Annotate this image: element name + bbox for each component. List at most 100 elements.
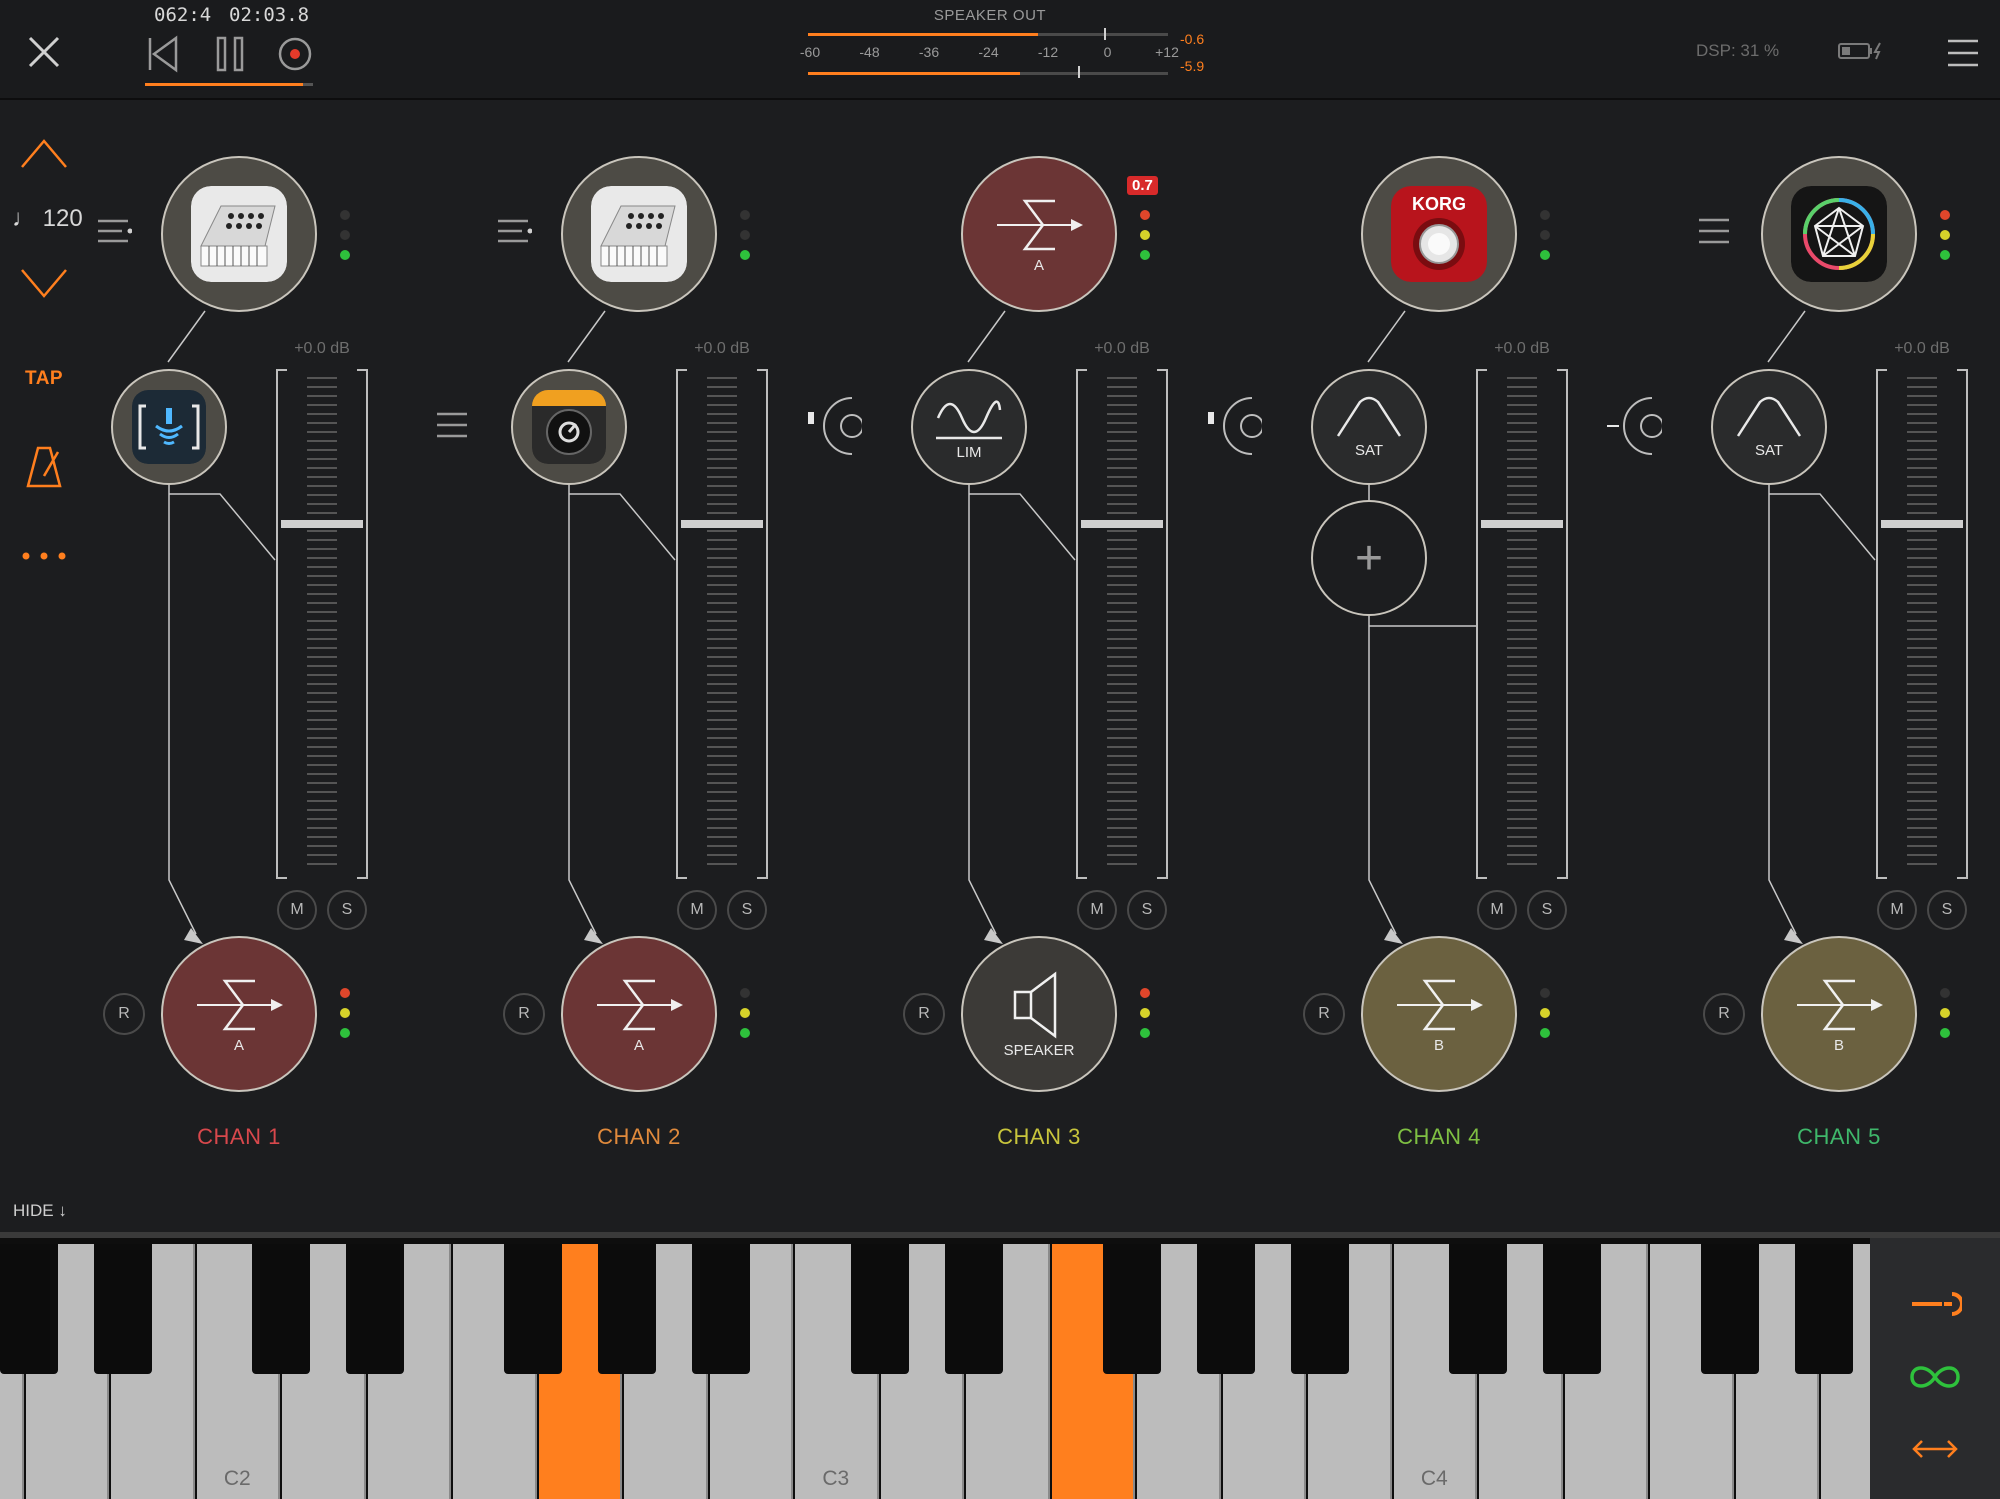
channel-5-fx-node[interactable]: SAT [1711, 369, 1827, 485]
record-icon[interactable] [275, 34, 315, 74]
hamburger-menu-icon[interactable] [1946, 36, 1980, 70]
rewind-icon[interactable] [144, 34, 184, 74]
more-options-icon[interactable] [16, 528, 72, 584]
piano-black-key[interactable] [944, 1244, 1003, 1374]
infinity-icon[interactable] [1908, 1355, 1962, 1399]
saturation-icon [1736, 396, 1802, 437]
channel-4-mute-button[interactable]: M [1477, 890, 1517, 930]
led-yellow [1940, 1008, 1950, 1018]
metronome-icon[interactable] [16, 440, 72, 496]
scroll-up-icon[interactable] [16, 125, 72, 181]
piano-black-key[interactable] [1701, 1244, 1760, 1374]
channel-5-name[interactable]: CHAN 5 [1739, 1124, 1939, 1150]
channel-2-fader[interactable] [675, 368, 769, 880]
led-yellow [1540, 1008, 1550, 1018]
channel-1-source-node[interactable] [161, 156, 317, 312]
channel-1-record-button[interactable]: R [103, 993, 145, 1035]
channel-2-solo-button[interactable]: S [727, 890, 767, 930]
channel-1-name[interactable]: CHAN 1 [139, 1124, 339, 1150]
channel-2-bus-node[interactable]: A [561, 936, 717, 1092]
meter-tick-label: -48 [859, 44, 880, 60]
channel-2-gain-label: +0.0 dB [694, 340, 750, 357]
piano-black-key[interactable] [1290, 1244, 1349, 1374]
piano-black-key[interactable] [1449, 1244, 1508, 1374]
channel-1-drag-handle-icon[interactable] [98, 218, 132, 244]
channel-4-fader[interactable] [1475, 368, 1569, 880]
key-note-label: C4 [1420, 1467, 1448, 1490]
channel-5-source-node[interactable] [1761, 156, 1917, 312]
channel-4-name[interactable]: CHAN 4 [1339, 1124, 1539, 1150]
channel-2-fx-drag-handle-icon[interactable] [435, 412, 469, 438]
piano-black-key[interactable] [1795, 1244, 1854, 1374]
channel-4-source-node[interactable]: KORG [1361, 156, 1517, 312]
channel-1-bus-node[interactable]: A [161, 936, 317, 1092]
piano-black-key[interactable] [504, 1244, 563, 1374]
channel-3-solo-button[interactable]: S [1127, 890, 1167, 930]
speaker-peak-top: -0.6 [1180, 31, 1205, 47]
channel-5-solo-button[interactable]: S [1927, 890, 1967, 930]
led-green [740, 250, 750, 260]
channel-2-name[interactable]: CHAN 2 [539, 1124, 739, 1150]
channel-3-pan-knob-icon[interactable] [806, 394, 862, 458]
channel-5-mute-button[interactable]: M [1877, 890, 1917, 930]
channel-4-bus-node[interactable]: B [1361, 936, 1517, 1092]
piano-black-key[interactable] [1102, 1244, 1161, 1374]
channel-3-source-node[interactable]: A [961, 156, 1117, 312]
pause-icon[interactable] [210, 34, 250, 74]
channel-5-pan-knob-icon[interactable] [1606, 394, 1662, 458]
piano-black-key[interactable] [692, 1244, 751, 1374]
close-icon[interactable] [22, 30, 66, 74]
resize-horizontal-icon[interactable] [1908, 1427, 1962, 1471]
wave-bracket-icon [132, 390, 206, 464]
tempo-display[interactable]: ♩ 120 [12, 205, 83, 233]
channel-3-fader[interactable] [1075, 368, 1169, 880]
channel-3-record-button[interactable]: R [903, 993, 945, 1035]
wrench-icon[interactable] [1908, 1282, 1962, 1326]
channel-2-record-button[interactable]: R [503, 993, 545, 1035]
channel-3-fx-node[interactable]: LIM [911, 369, 1027, 485]
channel-1-fx-node[interactable] [111, 369, 227, 485]
piano-black-key[interactable] [1196, 1244, 1255, 1374]
channel-2-fx-node[interactable] [511, 369, 627, 485]
channel-2-drag-handle-icon[interactable] [498, 218, 532, 244]
channel-5-bus-node[interactable]: B [1761, 936, 1917, 1092]
tap-tempo-button[interactable]: TAP [25, 368, 63, 390]
channel-1-solo-button[interactable]: S [327, 890, 367, 930]
channel-2-mute-button[interactable]: M [677, 890, 717, 930]
channel-4-record-button[interactable]: R [1303, 993, 1345, 1035]
piano-black-key[interactable] [252, 1244, 311, 1374]
channel-3-name[interactable]: CHAN 3 [939, 1124, 1139, 1150]
channel-2-source-node[interactable] [561, 156, 717, 312]
scroll-down-icon[interactable] [16, 256, 72, 312]
channel-2-bus-leds [740, 988, 750, 1048]
piano-black-key[interactable] [93, 1244, 152, 1374]
transport-time: 02:03.8 [229, 4, 310, 26]
channel-4-fx-node[interactable]: SAT [1311, 369, 1427, 485]
channel-5-drag-handle-icon[interactable] [1697, 218, 1731, 244]
hide-keyboard-button[interactable]: HIDE ↓ [13, 1201, 67, 1221]
bus-label: B [1433, 1036, 1444, 1054]
led-green [1540, 250, 1550, 260]
channel-1-fader[interactable] [275, 368, 369, 880]
sum-icon [1797, 979, 1883, 1030]
piano-black-key[interactable] [850, 1244, 909, 1374]
piano-black-key[interactable] [598, 1244, 657, 1374]
channel-1-mute-button[interactable]: M [277, 890, 317, 930]
channel-3-mute-button[interactable]: M [1077, 890, 1117, 930]
led-green [340, 1028, 350, 1038]
piano-black-key[interactable] [1543, 1244, 1602, 1374]
bus-label: A [633, 1036, 644, 1054]
piano-black-key[interactable] [0, 1244, 58, 1374]
sum-icon [1397, 979, 1483, 1030]
svg-text:KORG: KORG [1412, 194, 1466, 214]
channel-4-pan-knob-icon[interactable] [1206, 394, 1262, 458]
channel-5-record-button[interactable]: R [1703, 993, 1745, 1035]
add-icon: + [1354, 531, 1384, 585]
channel-5-fader[interactable] [1875, 368, 1969, 880]
limiter-icon [936, 400, 1002, 439]
channel-4-solo-button[interactable]: S [1527, 890, 1567, 930]
channel-3-bus-node[interactable]: SPEAKER [961, 936, 1117, 1092]
channel-4-add-fx-button[interactable]: + [1311, 500, 1427, 616]
led-red [340, 988, 350, 998]
piano-black-key[interactable] [346, 1244, 405, 1374]
